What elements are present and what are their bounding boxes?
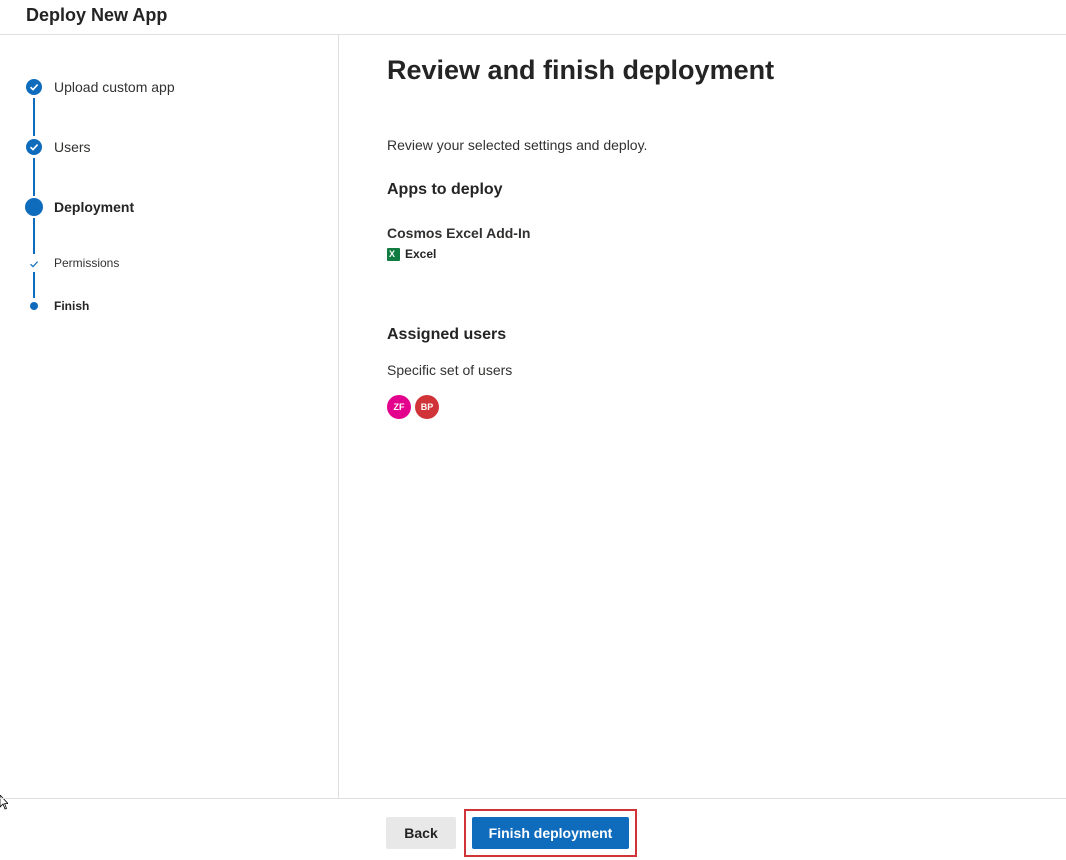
review-content: Review and finish deployment Review your…	[340, 35, 1066, 798]
checkmark-icon	[26, 139, 42, 155]
current-substep-dot-icon	[30, 302, 38, 310]
step-connector	[33, 218, 35, 254]
panel-header: Deploy New App	[0, 0, 1066, 35]
deploy-new-app-panel: Deploy New App Upload custom app Users D…	[0, 0, 1066, 860]
avatar[interactable]: ZF	[387, 395, 411, 419]
step-connector	[33, 272, 35, 298]
finish-deployment-button[interactable]: Finish deployment	[472, 817, 629, 849]
step-label: Deployment	[54, 199, 135, 215]
step-connector	[33, 158, 35, 196]
app-host-label: Excel	[405, 247, 437, 261]
step-connector	[33, 98, 35, 136]
checkmark-icon	[26, 79, 42, 95]
users-section-title: Assigned users	[387, 326, 507, 343]
step-label: Users	[54, 139, 91, 155]
excel-icon	[387, 247, 400, 261]
panel-footer: Back Finish deployment	[0, 798, 1066, 860]
avatar[interactable]: BP	[415, 395, 439, 419]
current-step-dot-icon	[25, 198, 43, 216]
substep-label: Finish	[54, 299, 90, 313]
checkmark-icon	[30, 261, 39, 268]
panel-title: Deploy New App	[26, 5, 168, 25]
users-scope-text: Specific set of users	[387, 362, 513, 378]
page-title: Review and finish deployment	[387, 55, 775, 85]
page-description: Review your selected settings and deploy…	[387, 137, 648, 153]
step-label: Upload custom app	[54, 79, 175, 95]
wizard-stepper: Upload custom app Users Deployment Permi…	[0, 35, 339, 810]
assigned-users-avatars: ZF BP	[387, 395, 439, 419]
app-name: Cosmos Excel Add-In	[387, 225, 531, 241]
substep-label: Permissions	[54, 256, 120, 270]
app-host: Excel	[387, 247, 436, 261]
back-button[interactable]: Back	[386, 817, 456, 849]
apps-section-title: Apps to deploy	[387, 181, 503, 198]
